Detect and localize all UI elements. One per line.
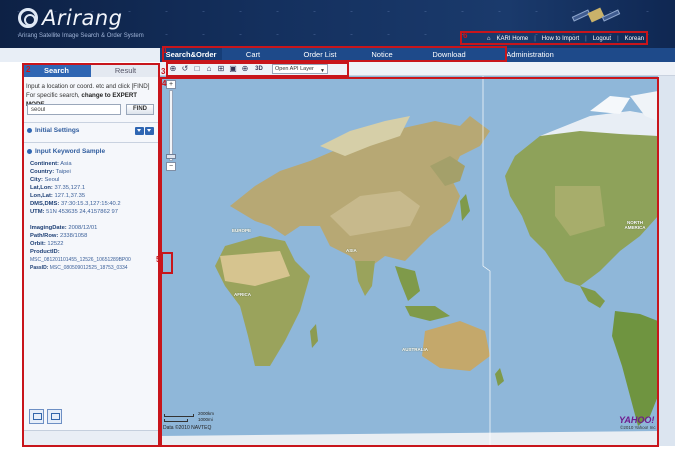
- page-bottom: [0, 446, 675, 460]
- annotation-number-2: 2: [26, 65, 31, 74]
- annotation-number-5: 5: [156, 255, 161, 264]
- annotation-box-1: [162, 46, 507, 62]
- annotation-number-4: 4: [162, 79, 167, 88]
- annotation-number-3: 3: [161, 67, 166, 76]
- annotation-number-6: 6: [463, 31, 468, 40]
- satellite-icon: [571, 4, 622, 28]
- map-right-strip: [658, 76, 675, 446]
- app-logo[interactable]: Arirang: [18, 6, 158, 30]
- annotation-box-4: [160, 77, 659, 447]
- annotation-box-5: [161, 252, 173, 274]
- annotation-number-1: 1: [163, 46, 168, 55]
- nav-left-filler: [0, 48, 160, 62]
- annotation-box-2: [22, 63, 160, 447]
- annotation-box-3: [166, 62, 349, 77]
- annotation-box-6: [460, 31, 648, 45]
- logo-mark-icon: [18, 8, 38, 28]
- app-tagline: Arirang Satellite Image Search & Order S…: [18, 33, 144, 39]
- logo-text: Arirang: [42, 6, 123, 30]
